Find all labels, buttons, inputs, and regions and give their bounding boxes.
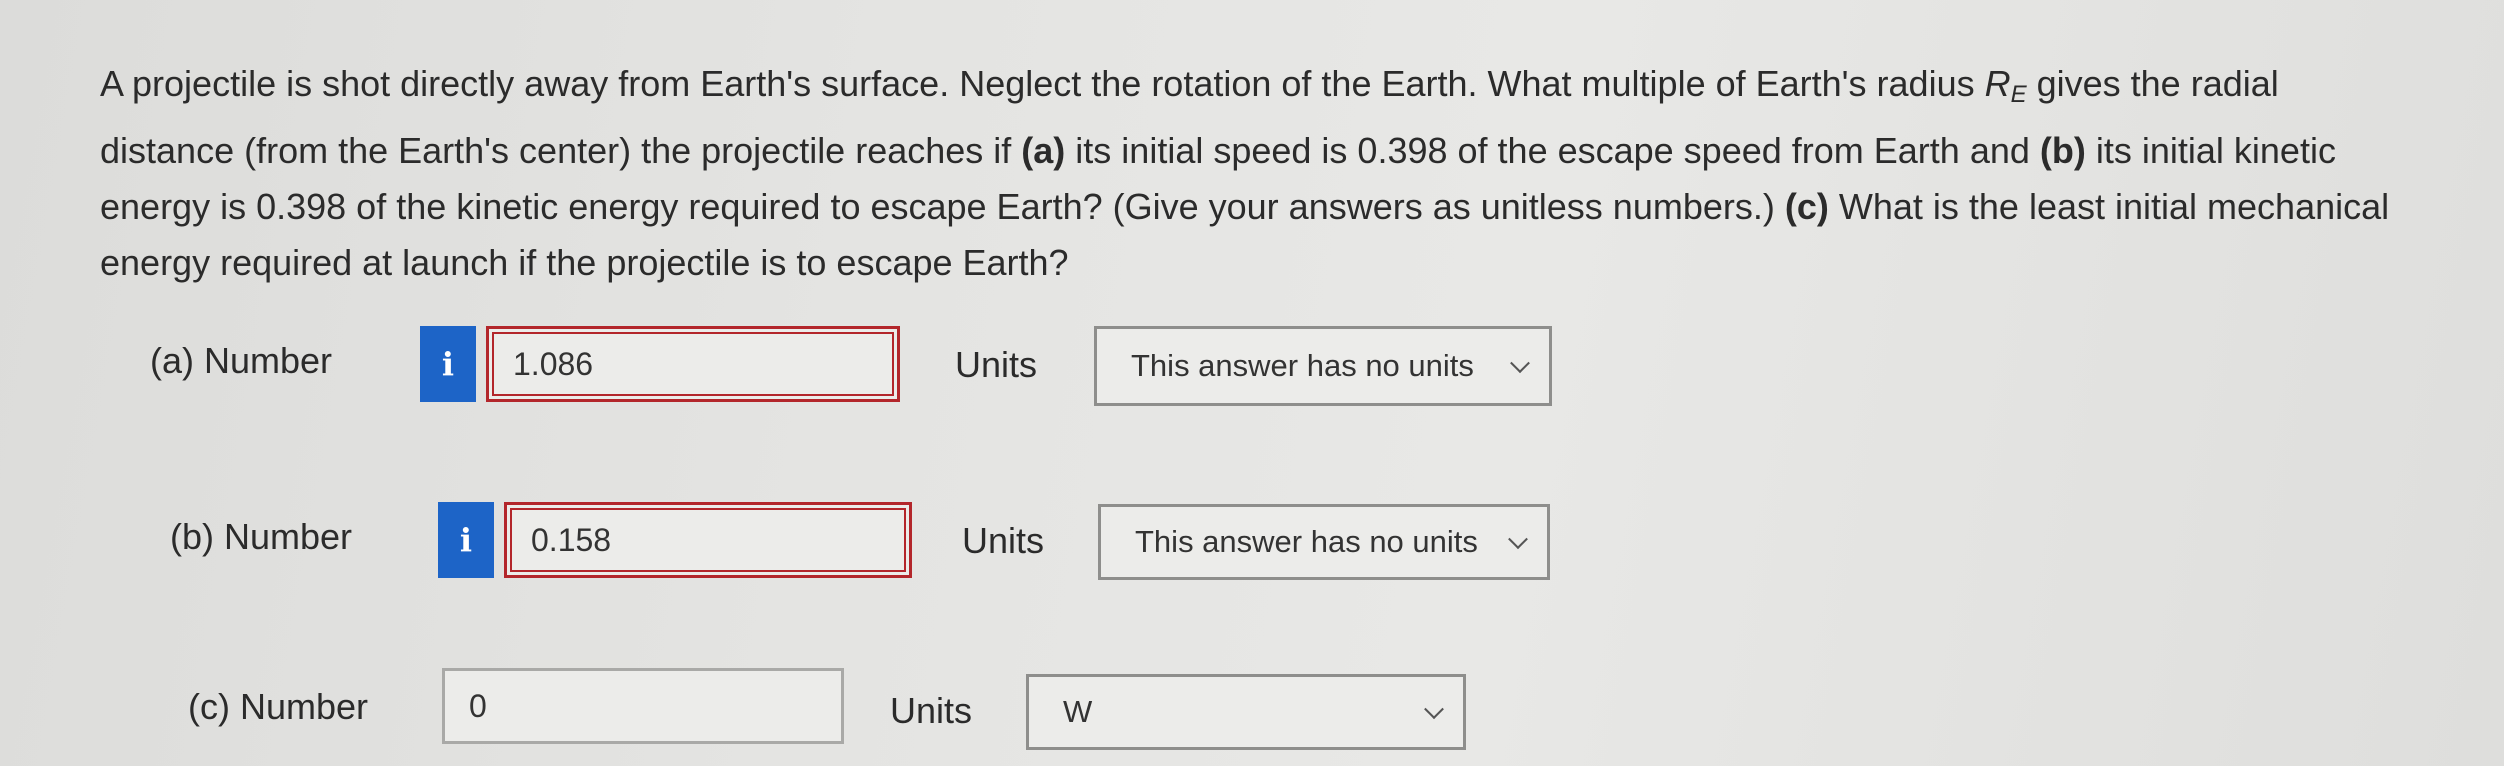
question-part-a-text: its initial speed is 0.398 of the escape… [1065,130,2040,171]
answer-input-c[interactable]: 0 [442,668,844,744]
info-icon[interactable]: i [420,326,476,402]
part-c-label: (c) Number [188,686,369,727]
answer-value-b: 0.158 [531,521,612,558]
question-text: A projectile is shot directly away from … [100,56,2400,291]
units-selected-c: W [1063,694,1093,729]
units-dropdown-a[interactable]: This answer has no units [1094,326,1552,406]
units-dropdown-b[interactable]: This answer has no units [1098,504,1550,580]
part-a-marker: (a) [1021,130,1066,171]
part-b-label: (b) Number [170,516,353,557]
info-icon-glyph: i [459,521,473,559]
info-icon[interactable]: i [438,502,494,578]
units-selected-a: This answer has no units [1131,348,1474,383]
answer-input-b[interactable]: 0.158 [504,502,912,578]
radius-symbol-subscript: E [2010,81,2027,108]
chevron-down-icon [1424,699,1444,720]
question-intro: A projectile is shot directly away from … [100,63,1985,104]
answer-input-a[interactable]: 1.086 [486,326,900,402]
part-c-marker: (c) [1784,186,1829,227]
answer-value-c: 0 [469,687,487,724]
units-label-a: Units [955,344,1038,385]
info-icon-glyph: i [441,345,455,383]
part-a-label: (a) Number [150,340,333,381]
units-dropdown-c[interactable]: W [1026,674,1466,750]
radius-symbol: R [1984,63,2011,104]
chevron-down-icon [1510,353,1530,374]
answer-value-a: 1.086 [513,345,594,382]
units-label-c: Units [890,690,973,731]
units-label-b: Units [962,520,1045,561]
part-b-marker: (b) [2039,130,2086,171]
units-selected-b: This answer has no units [1135,524,1478,559]
chevron-down-icon [1508,529,1528,550]
